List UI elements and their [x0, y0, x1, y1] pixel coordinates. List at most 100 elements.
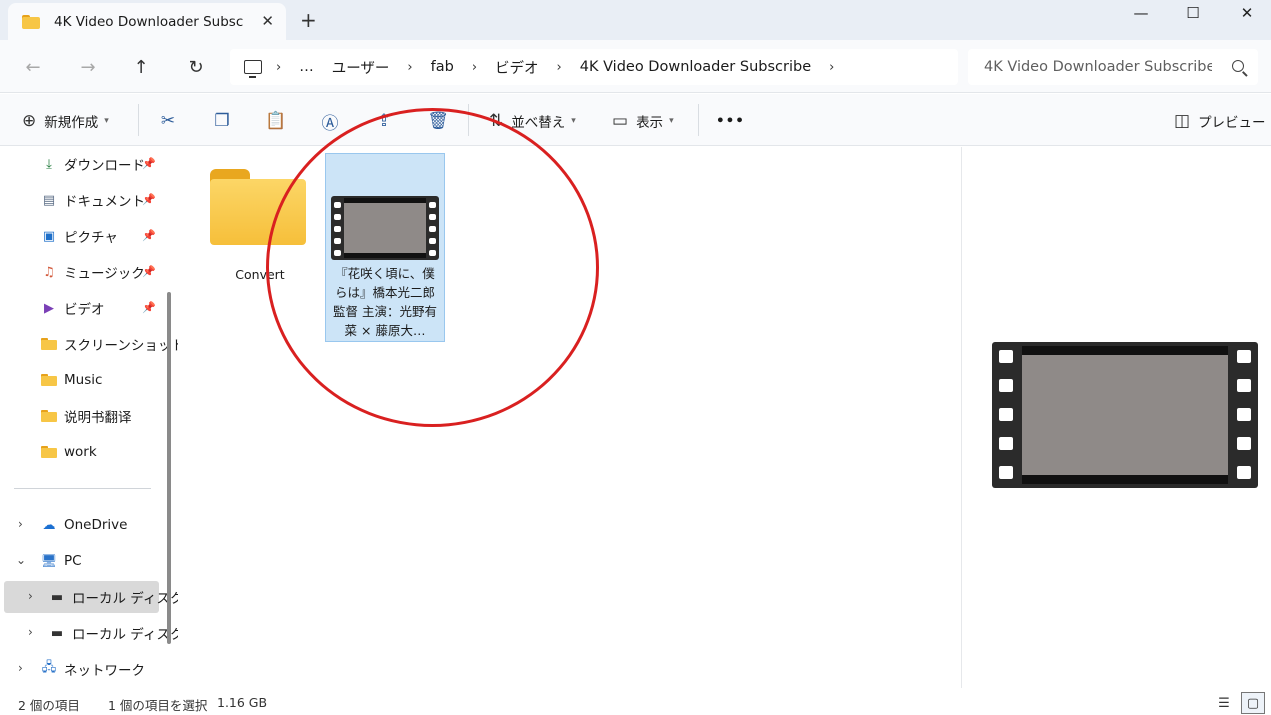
sidebar-item-local-disk-d[interactable]: ▬ ローカル ディスク — [48, 618, 184, 648]
address-bar[interactable]: › … ユーザー › fab › ビデオ › 4K Video Download… — [230, 49, 958, 85]
navigation-bar: ← → ↑ ↻ › … ユーザー › fab › ビデオ › 4K Video … — [0, 40, 1271, 93]
sidebar-item-label: ビデオ — [64, 302, 105, 318]
folder-icon — [40, 408, 58, 424]
chevron-down-icon[interactable]: ⌄ — [16, 553, 26, 567]
breadcrumb-user[interactable]: fab — [431, 59, 454, 75]
chevron-right-icon[interactable]: › — [18, 517, 23, 531]
breadcrumb-separator-icon[interactable]: › — [472, 60, 477, 75]
sidebar-item-local-disk-c[interactable]: ▬ ローカル ディスク — [48, 582, 184, 612]
paste-button[interactable]: 📋 — [263, 108, 289, 134]
video-item-selected[interactable]: 『花咲く頃に、僕らは』橋本光二郎監督 主演：光野有菜 × 藤原大… — [325, 153, 445, 342]
tab-close-button[interactable]: ✕ — [261, 12, 274, 30]
status-bar: 2 個の項目 1 個の項目を選択 1.16 GB ☰ ▢ — [0, 690, 1271, 715]
forward-button[interactable]: → — [74, 54, 102, 80]
sidebar-item-music[interactable]: ♫ ミュージック — [40, 257, 145, 287]
documents-icon: ▤ — [42, 192, 56, 208]
new-button[interactable]: ⊕ 新規作成 ▾ — [22, 108, 109, 134]
details-view-icon[interactable]: ☰ — [1212, 692, 1236, 714]
cut-button[interactable]: ✂ — [155, 108, 181, 134]
pin-icon: 📌 — [142, 229, 156, 242]
chevron-right-icon[interactable]: › — [28, 589, 33, 603]
sort-button-label: 並べ替え — [511, 115, 566, 131]
copy-button[interactable]: ❐ — [209, 108, 235, 134]
breadcrumb-current-folder[interactable]: 4K Video Downloader Subscribe — [580, 59, 811, 75]
more-options-button[interactable]: ••• — [716, 108, 745, 134]
breadcrumb-users[interactable]: ユーザー — [332, 57, 390, 78]
music-icon: ♫ — [43, 264, 55, 280]
minimize-button[interactable]: — — [1118, 0, 1164, 26]
sidebar-divider — [14, 488, 151, 489]
sidebar-item-work[interactable]: work — [40, 437, 97, 467]
item-label: 『花咲く頃に、僕らは』橋本光二郎監督 主演：光野有菜 × 藤原大… — [333, 266, 437, 338]
maximize-button[interactable]: ☐ — [1170, 0, 1216, 26]
pictures-icon: ▣ — [42, 228, 56, 244]
breadcrumb-separator-icon[interactable]: › — [407, 60, 412, 75]
videos-icon: ▶ — [44, 300, 54, 316]
sidebar-item-pictures[interactable]: ▣ ピクチャ — [40, 221, 118, 251]
view-button-label: 表示 — [636, 115, 664, 131]
sidebar-item-downloads[interactable]: ⤓ ダウンロード — [40, 149, 145, 179]
refresh-button[interactable]: ↻ — [182, 54, 210, 80]
sidebar-item-label: PC — [64, 553, 82, 569]
system-drive-icon: ▬ — [50, 589, 64, 605]
onedrive-icon: ☁ — [42, 517, 56, 533]
search-icon[interactable] — [1232, 60, 1244, 72]
drive-icon: ▬ — [50, 625, 64, 641]
sidebar-item-documents[interactable]: ▤ ドキュメント — [40, 185, 145, 215]
folder-icon — [22, 14, 40, 29]
pin-icon: 📌 — [142, 301, 156, 314]
navigation-pane: ⤓ ダウンロード 📌 ▤ ドキュメント 📌 ▣ ピクチャ 📌 ♫ ミュージック … — [0, 147, 185, 688]
item-label: Convert — [235, 267, 285, 282]
sidebar-item-screenshots[interactable]: スクリーンショット — [40, 329, 185, 359]
view-button[interactable]: ▭ 表示 ▾ — [612, 108, 674, 134]
preview-pane-icon: ◫ — [1174, 111, 1191, 131]
breadcrumb-separator-icon[interactable]: › — [557, 60, 562, 75]
close-window-button[interactable]: ✕ — [1224, 0, 1270, 26]
divider — [468, 104, 469, 136]
selection-size: 1.16 GB — [217, 695, 268, 710]
sidebar-item-music-folder[interactable]: Music — [40, 365, 102, 395]
share-button[interactable]: ⇪ — [371, 108, 397, 134]
title-bar: 4K Video Downloader Subscril ✕ + — ☐ ✕ — [0, 0, 1271, 40]
sidebar-item-label: ミュージック — [64, 266, 145, 282]
sidebar-item-label: ピクチャ — [64, 230, 118, 246]
up-button[interactable]: ↑ — [127, 54, 155, 80]
preview-pane-button[interactable]: ◫ プレビュー — [1174, 108, 1266, 134]
preview-pane — [961, 147, 1271, 688]
breadcrumb-videos[interactable]: ビデオ — [495, 57, 539, 78]
folder-item-convert[interactable]: Convert — [200, 153, 320, 283]
selection-count: 1 個の項目を選択 — [108, 698, 208, 713]
new-button-label: 新規作成 — [44, 115, 99, 131]
sidebar-item-pc[interactable]: 🖥 PC — [40, 546, 82, 576]
chevron-right-icon[interactable]: › — [18, 661, 23, 675]
sidebar-item-onedrive[interactable]: ☁ OneDrive — [40, 510, 128, 540]
delete-button[interactable]: 🗑 — [425, 108, 451, 134]
rename-button[interactable]: Ⓐ — [317, 108, 343, 134]
sidebar-scrollbar[interactable] — [167, 292, 171, 644]
folder-icon — [40, 444, 58, 460]
search-input[interactable] — [984, 59, 1212, 75]
large-icons-view-icon[interactable]: ▢ — [1241, 692, 1265, 714]
divider — [698, 104, 699, 136]
sort-button[interactable]: ⇅ 並べ替え ▾ — [489, 108, 576, 134]
search-box[interactable] — [968, 49, 1258, 85]
pc-icon[interactable] — [244, 60, 262, 78]
sidebar-item-label: ドキュメント — [64, 194, 145, 210]
pc-icon: 🖥 — [40, 553, 58, 569]
chevron-down-icon: ▾ — [669, 116, 674, 126]
breadcrumb-separator-icon[interactable]: › — [829, 60, 834, 75]
item-count: 2 個の項目 — [18, 698, 80, 713]
sidebar-item-label: ネットワーク — [64, 663, 145, 679]
tab-current-folder[interactable]: 4K Video Downloader Subscril ✕ — [8, 3, 286, 40]
download-icon: ⤓ — [46, 156, 52, 172]
sidebar-item-network[interactable]: 🖧 ネットワーク — [40, 654, 145, 684]
sidebar-item-videos[interactable]: ▶ ビデオ — [40, 293, 105, 323]
breadcrumb-overflow[interactable]: … — [299, 59, 314, 75]
back-button[interactable]: ← — [19, 54, 47, 80]
chevron-right-icon[interactable]: › — [28, 625, 33, 639]
chevron-down-icon: ▾ — [104, 116, 109, 126]
sidebar-item-manual-translation[interactable]: 说明书翻译 — [40, 401, 132, 431]
new-tab-button[interactable]: + — [300, 8, 317, 32]
folder-icon — [210, 169, 306, 245]
breadcrumb-separator-icon[interactable]: › — [276, 60, 281, 75]
